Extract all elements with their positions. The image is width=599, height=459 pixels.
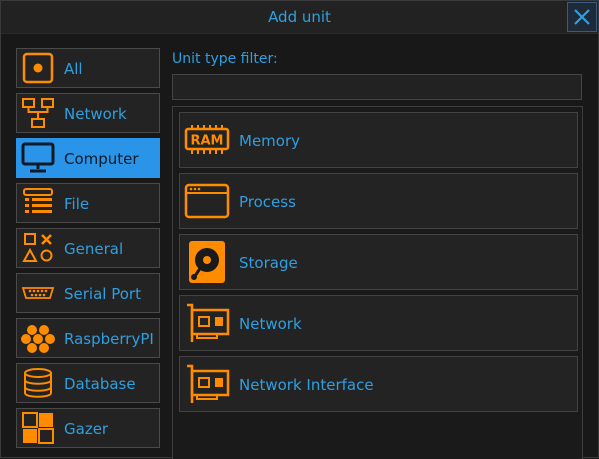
- ram-icon: RAM: [183, 117, 231, 163]
- monitor-icon: [20, 142, 56, 174]
- unit-label: Memory: [239, 132, 301, 150]
- category-raspberrypi[interactable]: RaspberryPI: [16, 318, 160, 358]
- category-label: File: [64, 195, 90, 213]
- process-window-icon: [183, 178, 231, 224]
- category-network[interactable]: Network: [16, 93, 160, 133]
- category-label: Serial Port: [64, 285, 141, 303]
- unit-item-storage[interactable]: Storage: [179, 234, 578, 290]
- category-label: All: [64, 60, 83, 78]
- unit-label: Network: [239, 315, 302, 333]
- gazer-logo-icon: [20, 412, 56, 444]
- serial-port-icon: [20, 277, 56, 309]
- dialog-title: Add unit: [268, 8, 331, 26]
- raspberry-icon: [20, 322, 56, 354]
- category-label: Database: [64, 375, 136, 393]
- filter-label: Unit type filter:: [172, 51, 278, 67]
- unit-label: Network Interface: [239, 376, 374, 394]
- category-label: RaspberryPI: [64, 330, 154, 348]
- unit-item-network-interface[interactable]: Network Interface: [179, 356, 578, 412]
- category-serial-port[interactable]: Serial Port: [16, 273, 160, 313]
- hard-disk-icon: [183, 239, 231, 285]
- unit-item-memory[interactable]: RAM Memory: [179, 112, 578, 168]
- unit-label: Storage: [239, 254, 298, 272]
- add-unit-dialog: Add unit All Network Computer File Gener…: [0, 0, 599, 459]
- unit-type-list: RAM Memory Process Storage Network Netwo…: [172, 106, 583, 459]
- network-topology-icon: [20, 97, 56, 129]
- network-card-icon: [183, 361, 231, 407]
- database-icon: [20, 367, 56, 399]
- category-label: Computer: [64, 150, 139, 168]
- category-database[interactable]: Database: [16, 363, 160, 403]
- category-label: Gazer: [64, 420, 109, 438]
- unit-item-process[interactable]: Process: [179, 173, 578, 229]
- title-bar: Add unit: [1, 1, 598, 34]
- shapes-icon: [20, 232, 56, 264]
- category-all[interactable]: All: [16, 48, 160, 88]
- category-label: Network: [64, 105, 127, 123]
- close-button[interactable]: [567, 2, 597, 32]
- file-list-icon: [20, 187, 56, 219]
- ram-icon-text: RAM: [190, 134, 223, 149]
- all-icon: [20, 52, 56, 84]
- close-icon: [574, 9, 590, 25]
- unit-item-network[interactable]: Network: [179, 295, 578, 351]
- category-gazer[interactable]: Gazer: [16, 408, 160, 448]
- unit-type-filter-input[interactable]: [172, 74, 582, 100]
- network-card-icon: [183, 300, 231, 346]
- category-computer[interactable]: Computer: [16, 138, 160, 178]
- category-file[interactable]: File: [16, 183, 160, 223]
- unit-label: Process: [239, 193, 296, 211]
- category-general[interactable]: General: [16, 228, 160, 268]
- category-label: General: [64, 240, 124, 258]
